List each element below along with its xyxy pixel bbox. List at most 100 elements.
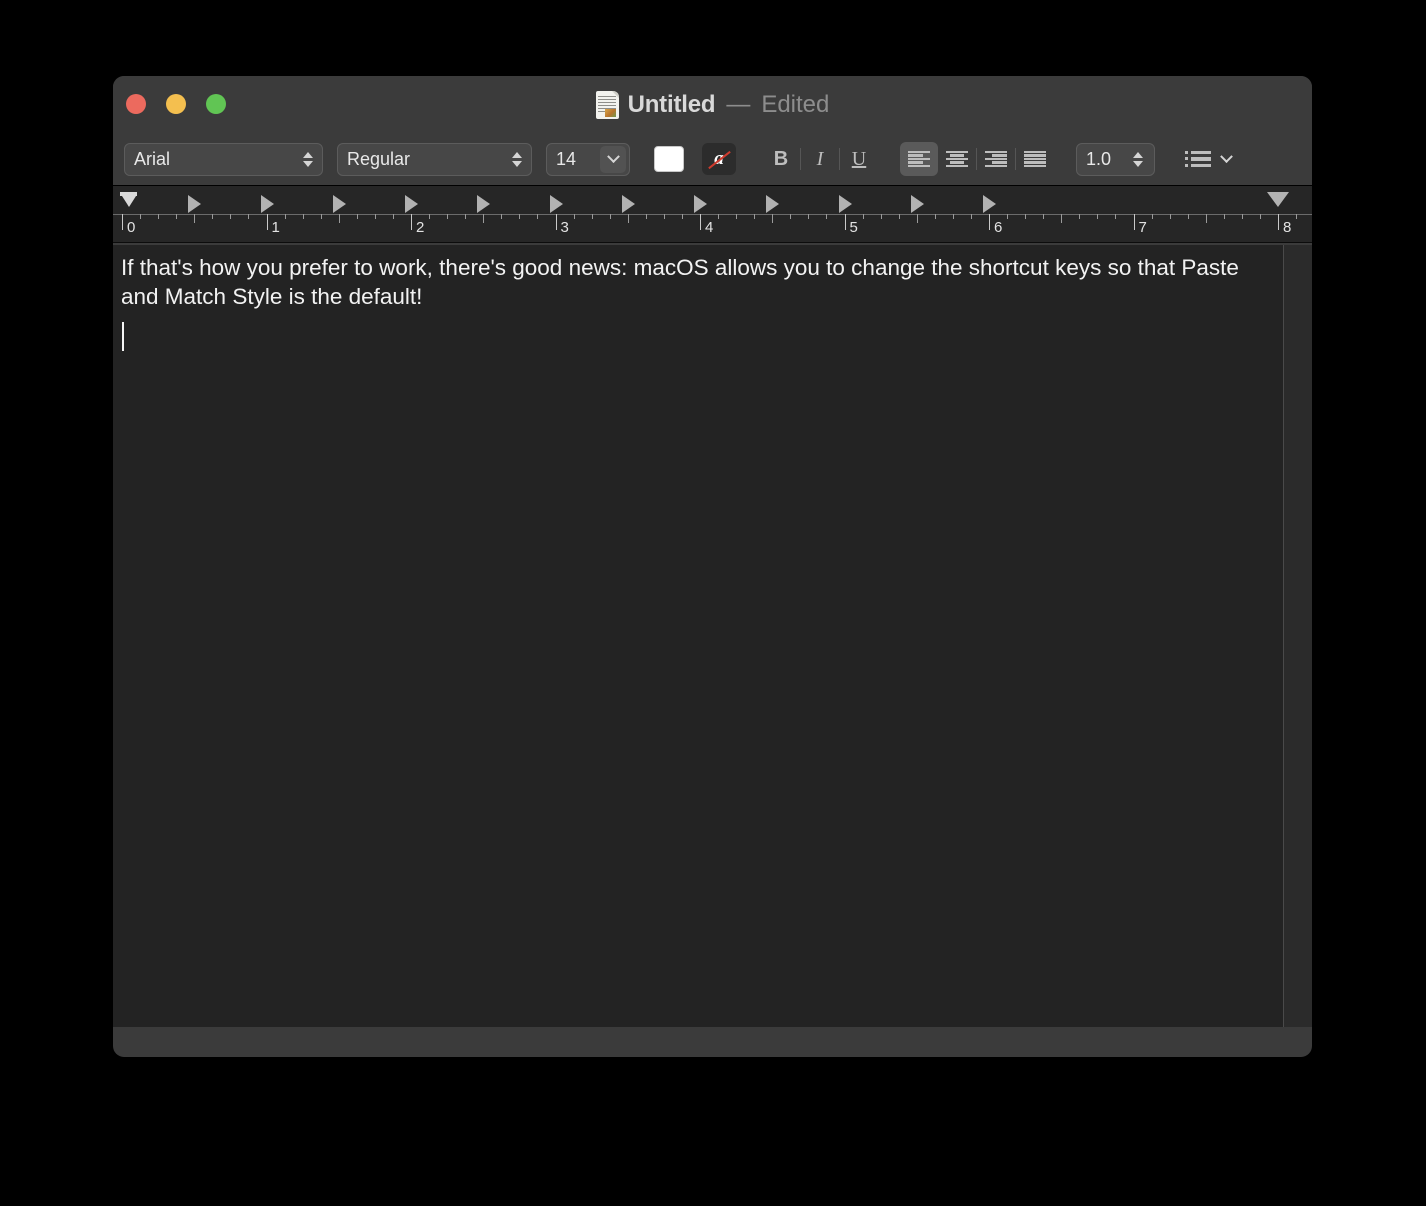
ruler-tick-minor (158, 214, 160, 219)
close-button[interactable] (126, 94, 146, 114)
align-justify-icon (1024, 151, 1046, 167)
ruler-tick-minor (1223, 214, 1225, 219)
minimize-button[interactable] (166, 94, 186, 114)
ruler-tick-minor (718, 214, 720, 219)
ruler-tick-minor (934, 214, 936, 219)
align-left-icon (908, 151, 930, 167)
ruler-tick-major (411, 214, 412, 230)
left-indent-marker[interactable] (120, 192, 137, 214)
text-color-swatch[interactable] (654, 146, 684, 172)
ruler-tick-major (1278, 214, 1279, 230)
underline-button[interactable]: U (840, 142, 878, 176)
tab-stop-marker[interactable] (260, 195, 274, 213)
ruler-tick-major (555, 214, 557, 230)
tab-stop-marker[interactable] (983, 195, 996, 213)
ruler-tick-minor (1259, 214, 1261, 219)
ruler-tick-minor (447, 214, 449, 219)
text-highlight-color-button[interactable]: a (702, 143, 736, 175)
ruler-tick-minor (1007, 214, 1009, 219)
tab-stop-marker[interactable] (477, 195, 491, 213)
ruler-tick-minor (826, 214, 828, 219)
ruler-tick-minor (212, 214, 214, 219)
bold-button[interactable]: B (762, 142, 800, 176)
tab-stop-marker[interactable] (188, 195, 202, 213)
ruler-label: 5 (849, 219, 858, 236)
ruler-tick-minor (374, 214, 376, 219)
tab-stop-marker[interactable] (694, 195, 707, 213)
ruler-tick-half (627, 214, 629, 223)
ruler-tick-minor (970, 214, 972, 219)
tab-stop-marker[interactable] (332, 195, 346, 213)
ruler-label: 7 (1138, 219, 1147, 236)
ruler-tick-minor (248, 214, 250, 219)
font-size-input[interactable]: 14 (546, 142, 630, 176)
ruler-tick-minor (140, 214, 142, 219)
tab-stop-marker[interactable] (910, 195, 924, 213)
ruler-tick-minor (356, 214, 358, 219)
font-style-value: Regular (347, 148, 411, 169)
ruler-tick-half (916, 214, 918, 223)
align-left-button[interactable] (900, 142, 938, 176)
tab-stop-marker[interactable] (405, 195, 418, 213)
page-title: Untitled (627, 90, 716, 118)
line-spacing-select[interactable]: 1.0 (1076, 142, 1155, 176)
line-spacing-value: 1.0 (1086, 148, 1112, 169)
ruler-tick-minor (790, 214, 792, 219)
align-center-icon (946, 151, 968, 167)
chevron-down-icon[interactable] (1220, 149, 1233, 163)
ruler-tick-half (338, 214, 340, 223)
ruler-tick-major (844, 214, 846, 230)
maximize-button[interactable] (206, 94, 226, 114)
font-style-select[interactable]: Regular (337, 142, 532, 176)
ruler-tick-half (1205, 214, 1207, 223)
document-scroll-area: If that's how you prefer to work, there'… (113, 245, 1312, 1027)
align-justify-button[interactable] (1016, 142, 1054, 176)
list-style-button[interactable] (1179, 142, 1237, 176)
ruler-tick-minor (880, 214, 882, 219)
ruler-tick-minor (519, 214, 521, 219)
alignment-button-group (900, 142, 1054, 176)
ruler-tick-minor (591, 214, 593, 219)
right-indent-marker[interactable] (1267, 192, 1289, 207)
align-right-icon (985, 151, 1007, 167)
font-family-select[interactable]: Arial (124, 142, 323, 176)
tab-stop-marker[interactable] (766, 195, 780, 213)
ruler-label: 2 (416, 219, 425, 236)
document-icon (595, 90, 619, 119)
font-family-value: Arial (134, 148, 171, 169)
tab-stop-marker[interactable] (621, 195, 635, 213)
ruler-tick-minor (465, 214, 467, 219)
chevron-updown-icon[interactable] (1129, 146, 1147, 172)
ruler-tick-minor (1296, 214, 1298, 219)
textedit-window: Untitled — Edited Arial Regular 14 a (113, 76, 1312, 1057)
align-right-button[interactable] (977, 142, 1015, 176)
ruler-tick-minor (862, 214, 864, 219)
title-separator: — (726, 90, 751, 118)
ruler-tick-minor (681, 214, 683, 219)
ruler-tick-minor (1043, 214, 1045, 219)
ruler-label: 3 (560, 219, 569, 236)
chevron-updown-icon[interactable] (508, 146, 526, 172)
align-center-button[interactable] (938, 142, 976, 176)
ruler-tick-major (1133, 214, 1135, 230)
ruler-tick-major (266, 214, 268, 230)
ruler-tick-minor (1187, 214, 1189, 219)
ruler-tick-minor (1151, 214, 1153, 219)
chevron-down-icon[interactable] (600, 145, 626, 173)
ruler-baseline (113, 214, 1312, 215)
italic-button[interactable]: I (801, 142, 839, 176)
ruler-label: 4 (705, 219, 714, 236)
ruler-label: 0 (127, 219, 136, 236)
tab-stop-marker[interactable] (549, 195, 563, 213)
tab-stop-marker[interactable] (838, 195, 852, 213)
ruler-tick-half (194, 214, 196, 223)
ruler-tick-minor (284, 214, 286, 219)
window-title-group: Untitled — Edited (113, 76, 1312, 133)
ruler[interactable]: 0 1 2 3 4 5 6 7 8 (113, 186, 1312, 243)
ruler-tick-minor (429, 214, 431, 219)
document-text-area[interactable]: If that's how you prefer to work, there'… (113, 245, 1284, 1027)
ruler-tick-minor (663, 214, 665, 219)
ruler-tick-half (483, 214, 485, 223)
ruler-tick-minor (1115, 214, 1117, 219)
chevron-updown-icon[interactable] (299, 146, 317, 172)
